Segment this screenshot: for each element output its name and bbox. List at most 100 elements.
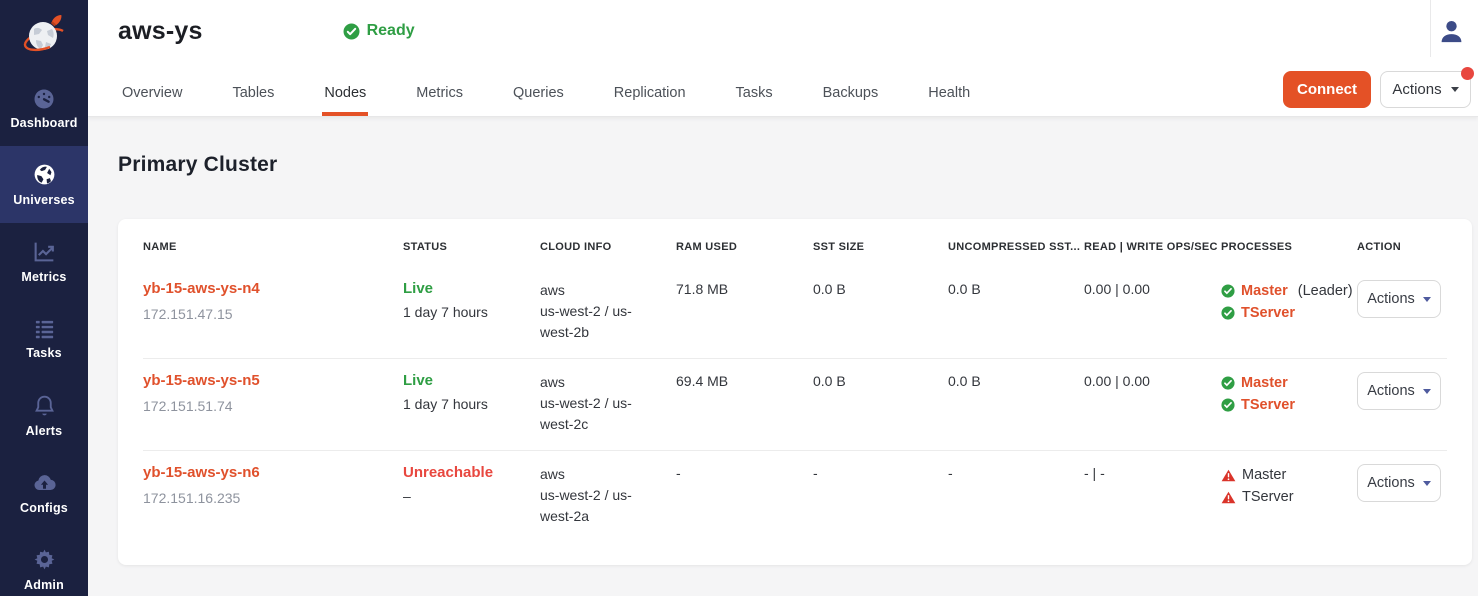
sidebar-item-label: Dashboard bbox=[10, 116, 77, 130]
name-cell: yb-15-aws-ys-n4 172.151.47.15 bbox=[143, 280, 403, 322]
uncompressed-sst-cell: 0.0 B bbox=[948, 372, 1084, 389]
universe-tabs: Overview Tables Nodes Metrics Queries Re… bbox=[120, 75, 972, 116]
tab-health[interactable]: Health bbox=[926, 75, 972, 116]
action-cell: Actions bbox=[1357, 372, 1447, 410]
metrics-chart-icon bbox=[32, 239, 57, 264]
sidebar-item-dashboard[interactable]: Dashboard bbox=[0, 69, 88, 146]
name-cell: yb-15-aws-ys-n5 172.151.51.74 bbox=[143, 372, 403, 414]
sidebar-item-admin[interactable]: Admin bbox=[0, 531, 88, 596]
table-header-row: NAME STATUS CLOUD INFO RAM USED SST SIZE… bbox=[143, 219, 1447, 267]
sidebar-item-metrics[interactable]: Metrics bbox=[0, 223, 88, 300]
universe-status-badge: Ready bbox=[343, 22, 415, 40]
read-write-ops-cell: - | - bbox=[1084, 464, 1221, 481]
table-row: yb-15-aws-ys-n6 172.151.16.235 Unreachab… bbox=[143, 450, 1447, 542]
process-master-label: Master bbox=[1242, 464, 1286, 486]
col-header-processes: PROCESSES bbox=[1221, 241, 1357, 253]
action-cell: Actions bbox=[1357, 464, 1447, 502]
node-ip: 172.151.47.15 bbox=[143, 306, 403, 322]
universe-header: aws-ys Ready Overview Tables Nodes Metri… bbox=[88, 0, 1478, 117]
tab-overview[interactable]: Overview bbox=[120, 75, 184, 116]
node-actions-button[interactable]: Actions bbox=[1357, 372, 1441, 410]
table-row: yb-15-aws-ys-n4 172.151.47.15 Live 1 day… bbox=[143, 267, 1447, 358]
process-master-link[interactable]: Master bbox=[1241, 372, 1288, 394]
sidebar-item-alerts[interactable]: Alerts bbox=[0, 377, 88, 454]
status-cell: Live 1 day 7 hours bbox=[403, 280, 540, 320]
node-actions-label: Actions bbox=[1367, 383, 1415, 399]
universe-actions-label: Actions bbox=[1392, 81, 1441, 98]
yugabyte-logo[interactable] bbox=[0, 0, 88, 69]
table-row: yb-15-aws-ys-n5 172.151.51.74 Live 1 day… bbox=[143, 358, 1447, 450]
user-profile-icon bbox=[1437, 17, 1466, 46]
header-divider bbox=[1430, 0, 1431, 57]
tab-tasks[interactable]: Tasks bbox=[734, 75, 775, 116]
check-circle-icon bbox=[1221, 284, 1235, 298]
node-uptime: 1 day 7 hours bbox=[403, 396, 540, 412]
node-name-link[interactable]: yb-15-aws-ys-n4 bbox=[143, 280, 260, 297]
cloud-provider: aws bbox=[540, 464, 676, 485]
section-title: Primary Cluster bbox=[118, 153, 1478, 177]
tab-metrics[interactable]: Metrics bbox=[414, 75, 465, 116]
cloud-info-cell: aws us-west-2 / us-west-2a bbox=[540, 464, 676, 527]
notification-dot bbox=[1461, 67, 1474, 80]
sidebar-item-tasks[interactable]: Tasks bbox=[0, 300, 88, 377]
universes-globe-icon bbox=[32, 162, 57, 187]
content-area: Primary Cluster NAME STATUS CLOUD INFO R… bbox=[88, 117, 1478, 596]
sst-size-cell: 0.0 B bbox=[813, 372, 948, 389]
status-cell: Unreachable – bbox=[403, 464, 540, 504]
universe-title: aws-ys bbox=[118, 17, 203, 46]
process-tserver-link[interactable]: TServer bbox=[1241, 302, 1295, 324]
node-name-link[interactable]: yb-15-aws-ys-n6 bbox=[143, 464, 260, 481]
ram-used-cell: - bbox=[676, 464, 813, 481]
tab-tables[interactable]: Tables bbox=[230, 75, 276, 116]
tab-nodes[interactable]: Nodes bbox=[322, 75, 368, 116]
ram-used-cell: 71.8 MB bbox=[676, 280, 813, 297]
col-header-ram-used: RAM USED bbox=[676, 241, 813, 253]
read-write-ops-cell: 0.00 | 0.00 bbox=[1084, 372, 1221, 389]
sidebar-item-label: Alerts bbox=[26, 424, 63, 438]
process-tserver-link[interactable]: TServer bbox=[1241, 394, 1295, 416]
tasks-list-icon bbox=[32, 317, 57, 340]
status-cell: Live 1 day 7 hours bbox=[403, 372, 540, 412]
tab-backups[interactable]: Backups bbox=[821, 75, 881, 116]
node-actions-label: Actions bbox=[1367, 291, 1415, 307]
node-name-link[interactable]: yb-15-aws-ys-n5 bbox=[143, 372, 260, 389]
processes-cell: Master TServer bbox=[1221, 464, 1357, 508]
node-status: Unreachable bbox=[403, 464, 540, 481]
col-header-uncompressed-sst: UNCOMPRESSED SST... bbox=[948, 241, 1084, 253]
sidebar-item-label: Metrics bbox=[21, 270, 66, 284]
check-circle-icon bbox=[1221, 306, 1235, 320]
universe-actions-button[interactable]: Actions bbox=[1380, 71, 1471, 108]
cloud-info-cell: aws us-west-2 / us-west-2c bbox=[540, 372, 676, 435]
sidebar-item-label: Configs bbox=[20, 501, 68, 515]
caret-down-icon bbox=[1423, 481, 1431, 486]
caret-down-icon bbox=[1451, 87, 1459, 92]
user-profile-button[interactable] bbox=[1437, 17, 1467, 47]
tab-replication[interactable]: Replication bbox=[612, 75, 688, 116]
node-uptime: 1 day 7 hours bbox=[403, 304, 540, 320]
sidebar-item-universes[interactable]: Universes bbox=[0, 146, 88, 223]
cloud-zone: us-west-2 / us-west-2c bbox=[540, 393, 652, 435]
configs-cloud-icon bbox=[31, 471, 58, 495]
col-header-read-write-ops: READ | WRITE OPS/SEC bbox=[1084, 241, 1221, 253]
yugabyte-rocket-globe-icon bbox=[20, 11, 68, 59]
node-status: Live bbox=[403, 372, 540, 389]
read-write-ops-cell: 0.00 | 0.00 bbox=[1084, 280, 1221, 297]
connect-button[interactable]: Connect bbox=[1283, 71, 1371, 108]
node-actions-button[interactable]: Actions bbox=[1357, 464, 1441, 502]
nodes-table-card: NAME STATUS CLOUD INFO RAM USED SST SIZE… bbox=[118, 219, 1472, 565]
node-actions-button[interactable]: Actions bbox=[1357, 280, 1441, 318]
process-master-link[interactable]: Master bbox=[1241, 280, 1288, 302]
node-ip: 172.151.16.235 bbox=[143, 490, 403, 506]
sidebar-item-configs[interactable]: Configs bbox=[0, 454, 88, 531]
tab-queries[interactable]: Queries bbox=[511, 75, 566, 116]
name-cell: yb-15-aws-ys-n6 172.151.16.235 bbox=[143, 464, 403, 506]
admin-gear-icon bbox=[32, 547, 57, 572]
warning-triangle-icon bbox=[1221, 491, 1236, 504]
check-circle-icon bbox=[1221, 398, 1235, 412]
sidebar-item-label: Universes bbox=[13, 193, 75, 207]
processes-cell: Master TServer bbox=[1221, 372, 1357, 416]
check-circle-icon bbox=[1221, 376, 1235, 390]
sst-size-cell: - bbox=[813, 464, 948, 481]
ram-used-cell: 69.4 MB bbox=[676, 372, 813, 389]
cloud-info-cell: aws us-west-2 / us-west-2b bbox=[540, 280, 676, 343]
